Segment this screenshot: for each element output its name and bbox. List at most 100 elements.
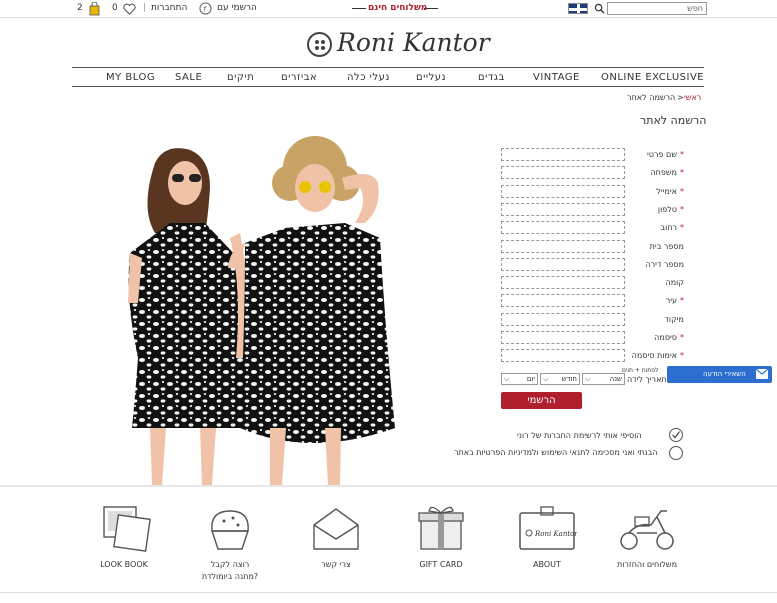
breadcrumb-home[interactable]: ראשי [684,93,701,102]
newsletter-label: הוסיפי אותי לרשימת החברות של רוני [517,431,642,440]
login-link[interactable]: התחברות [151,3,187,13]
field-input-3[interactable] [501,203,625,216]
main-nav: ONLINE EXCLUSIVE VINTAGE בגדים נעליים נע… [72,67,704,87]
checkmark-icon [672,431,680,439]
breadcrumb-current: הרשמה לאתר [627,93,676,102]
english-flag-icon[interactable] [568,3,588,14]
field-label-text: סיסמה [654,333,677,342]
required-mark: * [680,333,684,342]
nav-shoes[interactable]: נעליים [416,72,446,83]
cupcake-icon[interactable] [200,503,260,553]
footer-about-label[interactable]: ABOUT [517,560,577,569]
field-label-0: שם פרטי * [647,150,684,159]
field-label-text: מספר בית [649,242,684,251]
field-input-10[interactable] [501,331,625,344]
field-input-7[interactable] [501,276,625,289]
svg-text:Roni Kantor: Roni Kantor [534,530,577,538]
field-input-0[interactable] [501,148,625,161]
footer-lookbook-label[interactable]: LOOK BOOK [94,560,154,569]
field-label-text: שם פרטי [646,150,677,159]
page-title: הרשמה לאתר [640,114,707,127]
field-label-10: סיסמה * [654,333,684,342]
field-input-1[interactable] [501,166,625,179]
nav-online-exclusive[interactable]: ONLINE EXCLUSIVE [601,72,704,83]
field-input-2[interactable] [501,185,625,198]
field-label-text: מספר דירה [645,260,684,269]
card-icon[interactable]: Roni Kantor [517,503,577,553]
footer-giftcard-label[interactable]: GIFT CARD [411,560,471,569]
envelope-icon[interactable] [306,503,366,553]
field-label-6: מספר דירה [645,260,684,269]
birthday-year-select[interactable]: שנה [582,373,625,385]
field-label-text: אימות סיסמה [631,351,677,360]
nav-bridal-shoes[interactable]: נעלי כלה [347,72,390,83]
logo-text[interactable]: Roni Kantor [337,28,490,57]
nav-accessories[interactable]: אביזרים [281,72,317,83]
required-mark: * [680,187,684,196]
breadcrumb-separator: > [677,93,684,102]
search-input[interactable]: חפש [607,2,707,15]
top-bar: חפש משלוחים חינם הרשמי עם f התחברות | 0 … [0,0,777,18]
required-mark: * [680,223,684,232]
svg-text:f: f [204,4,207,13]
birthday-month-select[interactable]: חודש [540,373,580,385]
scooter-icon[interactable] [617,503,677,553]
terms-label: הבנתי ואני מסכימה לתנאי השימוש ולמדיניות… [454,448,658,457]
bottom-bar [0,592,777,603]
field-label-4: רחוב * [660,223,684,232]
field-label-3: טלפון * [658,205,684,214]
required-mark: * [680,150,684,159]
divider [0,485,777,488]
birthday-hint: לפתוח + תוים [622,367,659,374]
divider: | [143,3,147,13]
nav-clothes[interactable]: בגדים [478,72,505,83]
newsletter-checkbox[interactable] [669,428,683,442]
cart-count: 2 [77,3,83,13]
field-label-2: אימייל * [656,187,684,196]
terms-checkbox[interactable] [669,446,683,460]
field-input-4[interactable] [501,221,625,234]
field-label-text: קומה [665,278,684,287]
wishlist-count: 0 [112,3,118,13]
gift-icon[interactable] [411,503,471,553]
nav-blog[interactable]: MY BLOG [106,72,155,83]
field-label-1: משפחה * [650,168,684,177]
field-label-text: מיקוד [664,315,684,324]
logo-icon[interactable] [307,32,332,57]
field-label-11: אימות סיסמה * [632,351,684,360]
field-input-5[interactable] [501,240,625,253]
required-mark: * [680,296,684,305]
join-text[interactable]: הרשמי עם [217,3,257,13]
birthday-label: תאריך לידה [627,375,667,384]
free-shipping-text[interactable]: משלוחים חינם [368,3,427,13]
shopping-bag-icon[interactable] [89,2,100,16]
footer-contact-label[interactable]: צרי קשר [306,560,366,569]
field-label-7: קומה [665,278,684,287]
field-input-6[interactable] [501,258,625,271]
search-icon[interactable] [594,3,605,14]
register-button[interactable]: הרשמי [501,392,582,409]
photos-icon[interactable] [96,503,156,553]
facebook-icon[interactable]: f [199,2,212,15]
envelope-icon[interactable] [756,369,768,379]
footer-shipping-label[interactable]: משלוחים והחזרות [614,560,680,569]
field-label-5: מספר בית [650,242,684,251]
field-label-9: מיקוד [665,315,684,324]
required-mark: * [680,351,684,360]
footer-birthday-label[interactable]: רוצה לקבל [192,560,268,569]
required-mark: * [680,205,684,214]
field-label-text: רחוב [660,223,677,232]
field-input-8[interactable] [501,294,625,307]
field-label-text: משפחה [650,168,677,177]
required-mark: * [680,168,684,177]
nav-bags[interactable]: תיקים [227,72,254,83]
nav-vintage[interactable]: VINTAGE [533,72,580,83]
arrow-left-icon [352,8,366,9]
heart-icon[interactable] [122,3,137,15]
field-input-11[interactable] [501,349,625,362]
field-input-9[interactable] [501,313,625,326]
nav-sale[interactable]: SALE [175,72,202,83]
field-label-8: עיר * [666,296,684,305]
birthday-day-select[interactable]: יום [501,373,538,385]
footer-birthday-label-2[interactable]: מתנה ביומולדת? [192,572,268,581]
